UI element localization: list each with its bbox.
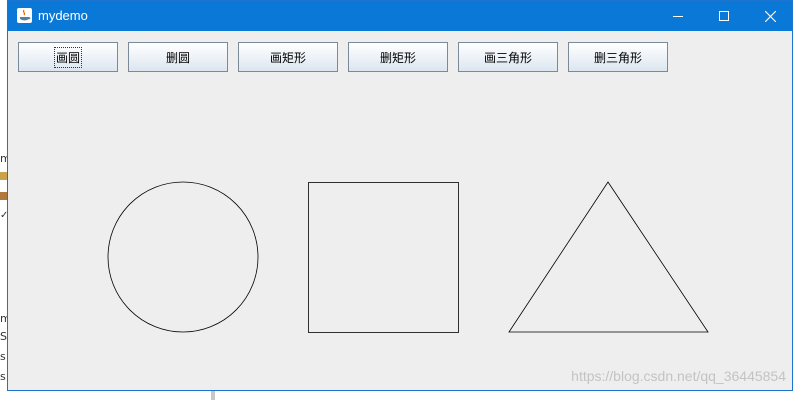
watermark-text: https://blog.csdn.net/qq_36445854 <box>571 368 786 384</box>
app-window: mydemo 画圆 删圆 画矩形 删矩形 画三角形 删三角形 https://b… <box>7 0 793 391</box>
background-icon <box>0 192 7 200</box>
background-icon <box>0 172 7 180</box>
close-icon <box>764 10 776 22</box>
maximize-icon <box>719 11 729 21</box>
background-text: S <box>0 330 7 343</box>
close-button[interactable] <box>747 1 793 31</box>
drawn-square <box>308 182 459 333</box>
minimize-button[interactable] <box>655 1 701 31</box>
java-icon <box>17 8 32 23</box>
maximize-button[interactable] <box>701 1 747 31</box>
drawing-canvas <box>107 181 709 333</box>
background-text: s <box>0 350 6 363</box>
background-text: s <box>0 370 6 383</box>
minimize-icon <box>673 16 683 17</box>
title-bar[interactable]: mydemo <box>8 1 792 31</box>
drawn-triangle <box>508 181 709 333</box>
window-title: mydemo <box>38 8 88 23</box>
background-scrollbar <box>211 390 215 400</box>
drawn-circle <box>107 181 259 333</box>
